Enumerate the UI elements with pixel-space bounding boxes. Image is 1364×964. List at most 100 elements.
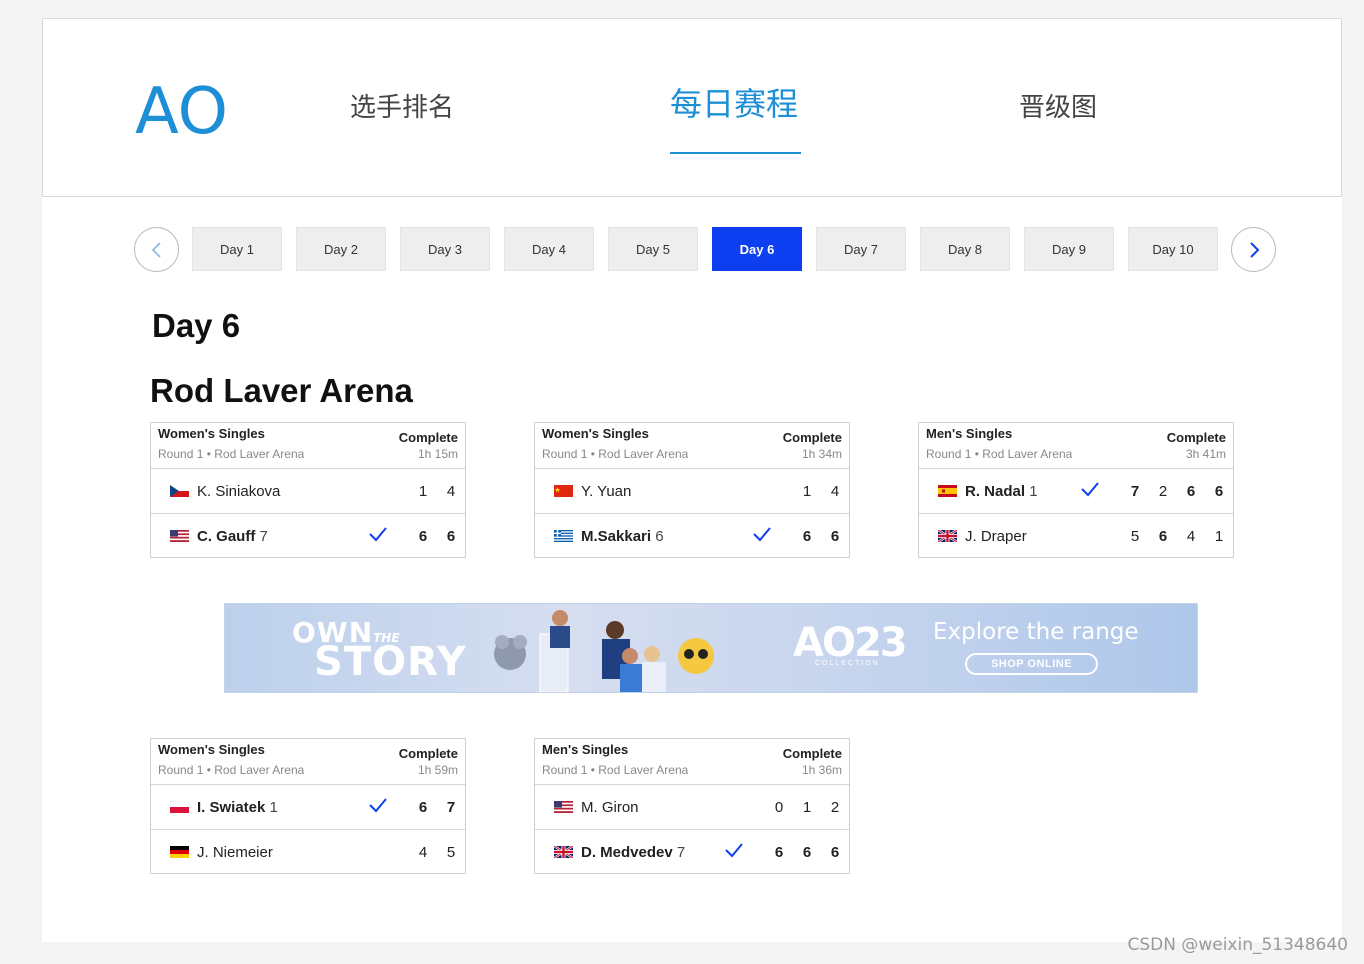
day-heading: Day 6 [152,307,241,344]
promo-banner[interactable]: OWNTHE STORY AO23 COLLECTION Explore the… [224,603,1198,693]
match-card-header: Women's Singles Round 1 • Rod Laver Arena… [535,423,849,469]
round-info: Round 1 • Rod Laver Arena [926,447,1073,461]
player-row: M.Sakkari 6 6 6 [535,513,849,557]
set-score: 6 [1214,483,1224,500]
player-name[interactable]: M. Giron [581,799,639,816]
winner-check-icon [368,797,388,813]
gb-flag-icon [554,846,573,858]
player-row: J. Draper 5 6 4 1 [919,513,1233,557]
set-score: 6 [802,844,812,861]
day-button[interactable]: Day 8 [920,227,1010,271]
round-info: Round 1 • Rod Laver Arena [158,763,305,777]
set-score: 1 [802,799,812,816]
player-name[interactable]: Y. Yuan [581,483,631,500]
winner-check-icon [752,526,772,542]
chevron-right-icon [1249,241,1259,258]
match-card-header: Women's Singles Round 1 • Rod Laver Arena… [151,423,465,469]
match-card[interactable]: Men's Singles Round 1 • Rod Laver Arena Co… [534,738,850,874]
player-name[interactable]: J. Draper [965,528,1027,545]
match-status: Complete [398,430,458,445]
match-card[interactable]: Men's Singles Round 1 • Rod Laver Arena Co… [918,422,1234,558]
match-card-header: Men's Singles Round 1 • Rod Laver Arena Co… [919,423,1233,469]
event-name: Women's Singles [158,426,265,441]
player-name[interactable]: R. Nadal [965,483,1025,500]
player-row: J. Niemeier 4 5 [151,829,465,873]
top-header: AO 选手排名 每日赛程 晋级图 [42,18,1342,197]
match-card[interactable]: Women's Singles Round 1 • Rod Laver Arena… [150,738,466,874]
banner-collection-text: COLLECTION [815,660,880,667]
player-name[interactable]: M.Sakkari [581,528,651,545]
banner-explore-text: Explore the range [933,619,1139,645]
set-score: 6 [1186,483,1196,500]
player-row: M. Giron 0 1 2 [535,785,849,829]
player-row: I. Swiatek 1 6 7 [151,785,465,829]
de-flag-icon [170,846,189,858]
tab-player-rankings[interactable]: 选手排名 [350,89,454,127]
set-score: 2 [830,799,840,816]
player-row: R. Nadal 1 7 2 6 6 [919,469,1233,513]
day-button[interactable]: Day 7 [816,227,906,271]
cn-flag-icon [554,485,573,497]
event-name: Men's Singles [542,742,629,757]
ao-logo[interactable]: AO [135,75,228,149]
player-name[interactable]: I. Swiatek [197,799,265,816]
cz-flag-icon [170,485,189,497]
day-button[interactable]: Day 5 [608,227,698,271]
winner-check-icon [1080,481,1100,497]
match-card[interactable]: Women's Singles Round 1 • Rod Laver Arena… [534,422,850,558]
set-score: 6 [830,844,840,861]
player-name[interactable]: D. Medvedev [581,844,673,861]
set-score: 6 [830,528,840,545]
set-score: 6 [418,528,428,545]
match-duration: 3h 41m [1185,447,1226,461]
winner-check-icon [724,842,744,858]
set-score: 0 [774,799,784,816]
set-score: 4 [1186,528,1196,545]
player-name[interactable]: J. Niemeier [197,844,273,861]
us-flag-icon [170,530,189,542]
set-score: 1 [802,483,812,500]
day-button[interactable]: Day 1 [192,227,282,271]
match-card-header: Women's Singles Round 1 • Rod Laver Arena… [151,739,465,785]
player-seed: 1 [269,799,278,816]
banner-story-text: STORY [314,639,467,685]
set-score: 5 [446,844,456,861]
day-button[interactable]: Day 2 [296,227,386,271]
day-button[interactable]: Day 4 [504,227,594,271]
gr-flag-icon [554,530,573,542]
player-row: Y. Yuan 1 4 [535,469,849,513]
day-button[interactable]: Day 3 [400,227,490,271]
event-name: Women's Singles [158,742,265,757]
set-score: 4 [446,483,456,500]
event-name: Men's Singles [926,426,1013,441]
set-score: 1 [1214,528,1224,545]
prev-day-button[interactable] [134,227,179,272]
tab-draw-bracket[interactable]: 晋级图 [1019,89,1097,127]
day-button[interactable]: Day 9 [1024,227,1114,271]
day-button[interactable]: Day 6 [712,227,802,271]
round-info: Round 1 • Rod Laver Arena [542,763,689,777]
set-score: 7 [1130,483,1140,500]
day-button[interactable]: Day 10 [1128,227,1218,271]
match-duration: 1h 34m [801,447,842,461]
tab-daily-schedule[interactable]: 每日赛程 [670,85,798,123]
match-duration: 1h 59m [417,763,458,777]
next-day-button[interactable] [1231,227,1276,272]
match-card[interactable]: Women's Singles Round 1 • Rod Laver Arena… [150,422,466,558]
schedule-main: Day 1 Day 2 Day 3 Day 4 Day 5 Day 6 Day 7 Day 8… [42,197,1342,942]
player-name[interactable]: K. Siniakova [197,483,280,500]
match-duration: 1h 15m [417,447,458,461]
match-card-header: Men's Singles Round 1 • Rod Laver Arena Co… [535,739,849,785]
watermark: CSDN @weixin_51348640 [1127,935,1348,955]
player-row: K. Siniakova 1 4 [151,469,465,513]
player-row: C. Gauff 7 6 6 [151,513,465,557]
player-row: D. Medvedev 7 6 6 6 [535,829,849,873]
player-name[interactable]: C. Gauff [197,528,255,545]
set-score: 4 [830,483,840,500]
player-seed: 7 [259,528,268,545]
shop-online-button[interactable]: SHOP ONLINE [965,653,1098,675]
set-score: 7 [446,799,456,816]
match-status: Complete [1166,430,1226,445]
event-name: Women's Singles [542,426,649,441]
player-seed: 1 [1029,483,1038,500]
